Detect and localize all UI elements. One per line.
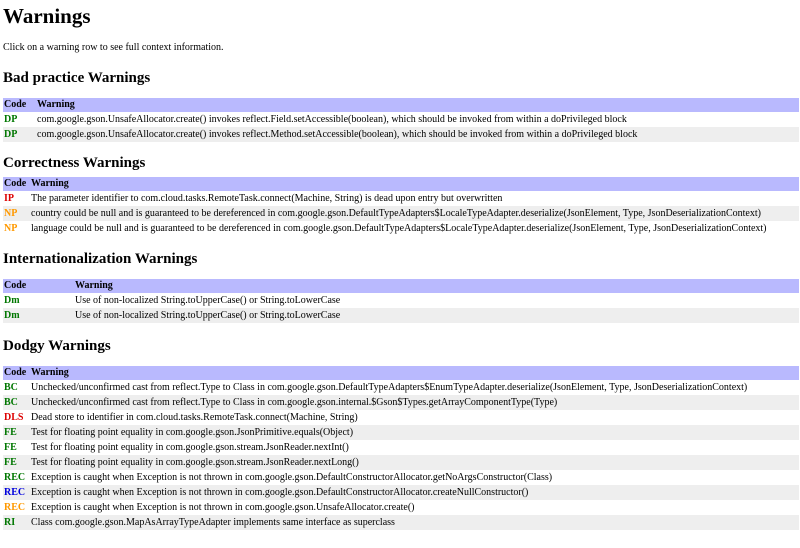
table-body: IP The parameter identifier to com.cloud.… bbox=[3, 191, 799, 236]
warnings-page: Warnings Click on a warning row to see f… bbox=[0, 0, 800, 530]
warning-text: country could be null and is guaranteed … bbox=[30, 206, 799, 221]
table-body: DP com.google.gson.UnsafeAllocator.create… bbox=[3, 112, 799, 142]
warning-text: Unchecked/unconfirmed cast from reflect.… bbox=[30, 395, 799, 410]
section-title-internationalization: Internationalization Warnings bbox=[3, 251, 198, 267]
dodgy-table: Code Warning BC Unchecked/unconfirmed cas… bbox=[3, 366, 799, 530]
column-header-code: Code bbox=[3, 279, 74, 293]
warning-row[interactable]: Dm Use of non-localized String.toUpperCas… bbox=[3, 308, 799, 323]
warning-text: The parameter identifier to com.cloud.ta… bbox=[31, 193, 503, 204]
warning-text: Use of non-localized String.toUpperCase(… bbox=[74, 308, 799, 323]
warning-code: FE bbox=[4, 442, 17, 453]
bad-practice-table: Code Warning DP com.google.gson.UnsafeAll… bbox=[3, 98, 799, 142]
warning-row[interactable]: DP com.google.gson.UnsafeAllocator.create… bbox=[3, 112, 799, 127]
warning-text: Test for floating point equality in com.… bbox=[30, 455, 799, 470]
warning-row[interactable]: REC Exception is caught when Exception is… bbox=[3, 500, 799, 515]
warning-row[interactable]: BC Unchecked/unconfirmed cast from reflec… bbox=[3, 380, 799, 395]
warning-text: com.google.gson.UnsafeAllocator.create()… bbox=[36, 127, 799, 142]
warning-text: Unchecked/unconfirmed cast from reflect.… bbox=[31, 382, 748, 393]
table-header-row: Code Warning bbox=[3, 177, 799, 191]
warning-row[interactable]: DLS Dead store to identifier in com.cloud… bbox=[3, 410, 799, 425]
table-header-row: Code Warning bbox=[3, 366, 799, 380]
column-header-code: Code bbox=[3, 98, 36, 112]
table-header-row: Code Warning bbox=[3, 279, 799, 293]
warning-code: NP bbox=[4, 223, 18, 234]
warning-text: Exception is caught when Exception is no… bbox=[30, 485, 799, 500]
page-title: Warnings bbox=[3, 4, 91, 28]
warning-row[interactable]: NP language could be null and is guarante… bbox=[3, 221, 799, 236]
internationalization-table: Code Warning Dm Use of non-localized Stri… bbox=[3, 279, 799, 323]
warning-code: IP bbox=[4, 193, 14, 204]
warning-code: Dm bbox=[4, 295, 20, 306]
column-header-warning: Warning bbox=[36, 98, 799, 112]
warning-code: DP bbox=[3, 127, 36, 142]
section-title-bad-practice: Bad practice Warnings bbox=[3, 70, 151, 86]
column-header-code: Code bbox=[3, 177, 30, 191]
warning-code: BC bbox=[4, 382, 18, 393]
warning-text: language could be null and is guaranteed… bbox=[31, 223, 767, 234]
column-header-code: Code bbox=[3, 366, 30, 380]
section-title-dodgy: Dodgy Warnings bbox=[3, 338, 111, 354]
warning-row[interactable]: BC Unchecked/unconfirmed cast from reflec… bbox=[3, 395, 799, 410]
warning-code: NP bbox=[3, 206, 30, 221]
intro-text: Click on a warning row to see full conte… bbox=[3, 42, 224, 53]
warning-text: Use of non-localized String.toUpperCase(… bbox=[75, 295, 341, 306]
column-header-warning: Warning bbox=[74, 279, 799, 293]
warning-row[interactable]: NP country could be null and is guarantee… bbox=[3, 206, 799, 221]
warning-code: DLS bbox=[4, 412, 24, 423]
warning-row[interactable]: RI Class com.google.gson.MapAsArrayTypeAd… bbox=[3, 515, 799, 530]
correctness-table: Code Warning IP The parameter identifier … bbox=[3, 177, 799, 236]
warning-row[interactable]: REC Exception is caught when Exception is… bbox=[3, 485, 799, 500]
warning-code: FE bbox=[3, 455, 30, 470]
warning-code: BC bbox=[3, 395, 30, 410]
warning-code: DP bbox=[4, 114, 18, 125]
warning-row[interactable]: Dm Use of non-localized String.toUpperCas… bbox=[3, 293, 799, 308]
warning-code: REC bbox=[3, 485, 30, 500]
warning-code: REC bbox=[4, 502, 26, 513]
warning-code: RI bbox=[3, 515, 30, 530]
warning-row[interactable]: IP The parameter identifier to com.cloud.… bbox=[3, 191, 799, 206]
section-title-correctness: Correctness Warnings bbox=[3, 155, 146, 171]
table-header-row: Code Warning bbox=[3, 98, 799, 112]
warning-text: Exception is caught when Exception is no… bbox=[31, 472, 553, 483]
warning-row[interactable]: FE Test for floating point equality in co… bbox=[3, 440, 799, 455]
warning-row[interactable]: FE Test for floating point equality in co… bbox=[3, 455, 799, 470]
column-header-warning: Warning bbox=[30, 366, 799, 380]
warning-code: REC bbox=[4, 472, 26, 483]
column-header-warning: Warning bbox=[30, 177, 799, 191]
table-body: Dm Use of non-localized String.toUpperCas… bbox=[3, 293, 799, 323]
warning-code: Dm bbox=[3, 308, 74, 323]
warning-text: Dead store to identifier in com.cloud.ta… bbox=[31, 412, 358, 423]
table-body: BC Unchecked/unconfirmed cast from reflec… bbox=[3, 380, 799, 530]
warning-row[interactable]: DP com.google.gson.UnsafeAllocator.create… bbox=[3, 127, 799, 142]
warning-text: com.google.gson.UnsafeAllocator.create()… bbox=[37, 114, 627, 125]
warning-text: Test for floating point equality in com.… bbox=[30, 425, 799, 440]
warning-text: Test for floating point equality in com.… bbox=[31, 442, 349, 453]
warning-code: FE bbox=[3, 425, 30, 440]
warning-row[interactable]: REC Exception is caught when Exception is… bbox=[3, 470, 799, 485]
warning-text: Class com.google.gson.MapAsArrayTypeAdap… bbox=[30, 515, 799, 530]
warning-row[interactable]: FE Test for floating point equality in co… bbox=[3, 425, 799, 440]
warning-text: Exception is caught when Exception is no… bbox=[31, 502, 415, 513]
